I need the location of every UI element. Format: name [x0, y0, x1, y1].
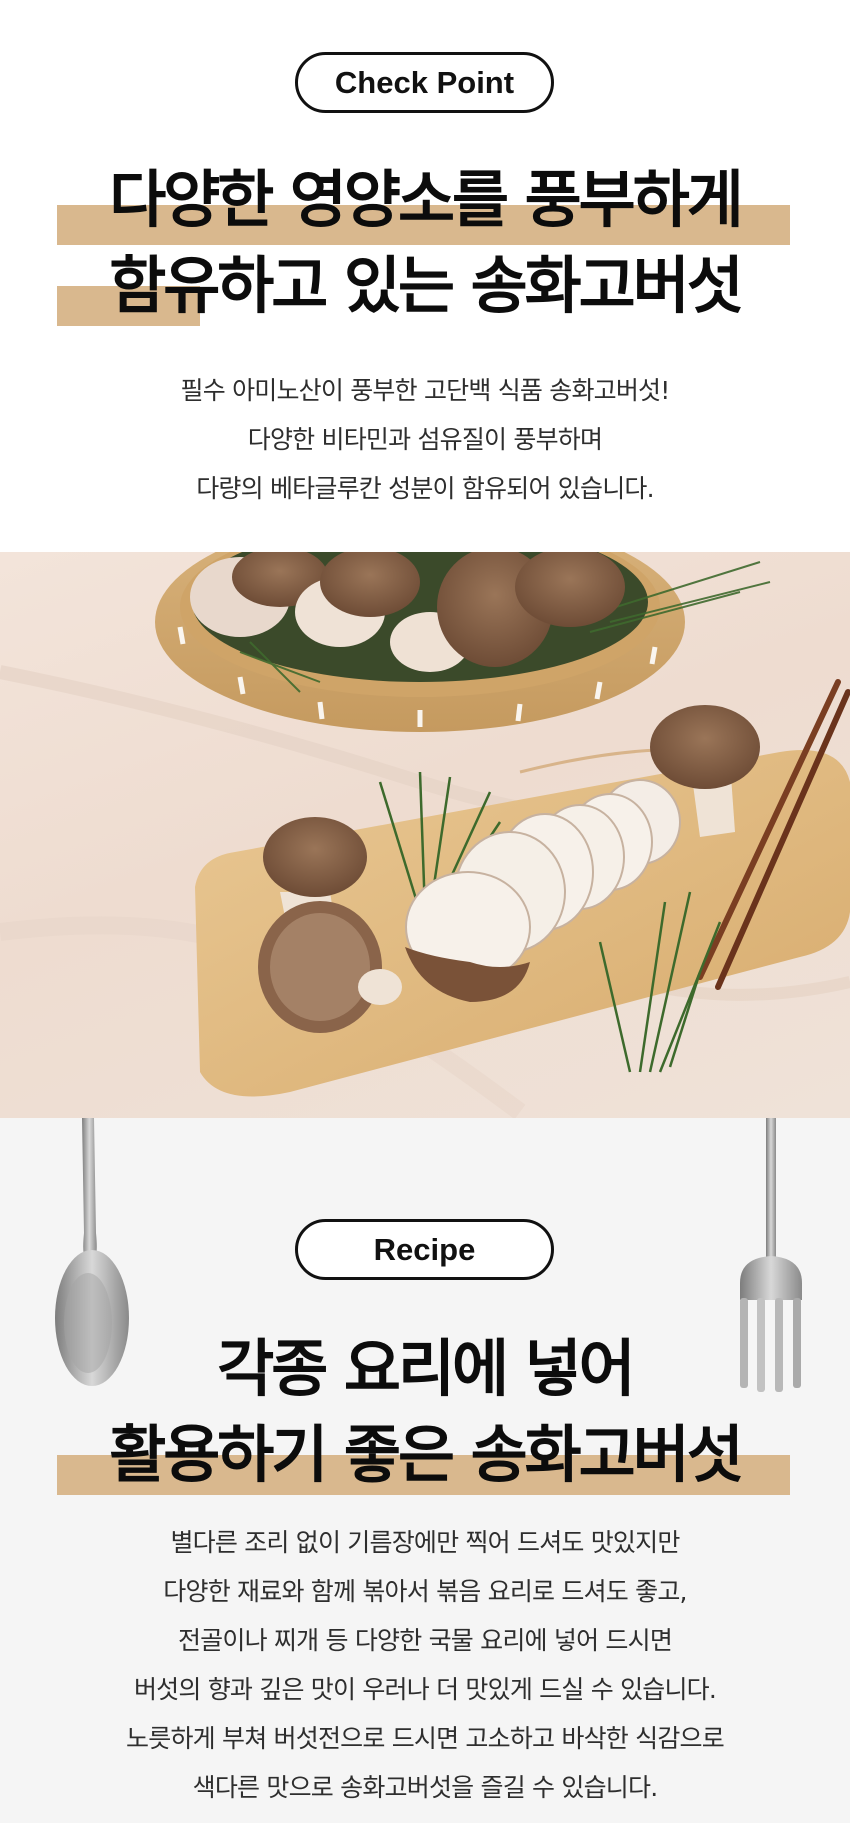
description-line: 별다른 조리 없이 기름장에만 찍어 드셔도 맛있지만 [170, 1528, 680, 1557]
mushroom-photo [0, 552, 850, 1118]
recipe-description: 별다른 조리 없이 기름장에만 찍어 드셔도 맛있지만 다양한 재료와 함께 볶… [0, 1518, 850, 1812]
check-headline-line-2: 함유하고 있는 송화고버섯 [109, 249, 744, 322]
description-line: 노릇하게 부쳐 버섯전으로 드시면 고소하고 바삭한 식감으로 [126, 1724, 725, 1753]
description-line: 필수 아미노산이 풍부한 고단백 식품 송화고버섯! [180, 376, 671, 405]
recipe-headline-line-2: 활용하기 좋은 송화고버섯 [109, 1418, 744, 1491]
check-headline-line-1: 다양한 영양소를 풍부하게 [109, 163, 744, 236]
recipe-headline: 각종 요리에 넣어 활용하기 좋은 송화고버섯 [0, 1326, 850, 1498]
check-point-section: Check Point 다양한 영양소를 풍부하게 함유하고 있는 송화고버섯 … [0, 0, 850, 552]
check-headline: 다양한 영양소를 풍부하게 함유하고 있는 송화고버섯 [0, 157, 850, 329]
recipe-badge: Recipe [295, 1219, 554, 1280]
mushroom-cutting-board-photo [0, 552, 850, 1118]
check-description: 필수 아미노산이 풍부한 고단백 식품 송화고버섯! 다양한 비타민과 섬유질이… [0, 366, 850, 513]
recipe-section: Recipe 각종 요리에 넣어 활용하기 좋은 송화고버섯 별다른 조리 없이… [0, 1118, 850, 1823]
description-line: 색다른 맛으로 송화고버섯을 즐길 수 있습니다. [192, 1773, 658, 1802]
description-line: 다량의 베타글루칸 성분이 함유되어 있습니다. [196, 474, 654, 503]
description-line: 버섯의 향과 깊은 맛이 우러나 더 맛있게 드실 수 있습니다. [133, 1675, 717, 1704]
description-line: 전골이나 찌개 등 다양한 국물 요리에 넣어 드시면 [177, 1626, 673, 1655]
check-point-badge: Check Point [295, 52, 554, 113]
recipe-headline-line-1: 각종 요리에 넣어 [217, 1332, 635, 1405]
description-line: 다양한 재료와 함께 볶아서 볶음 요리로 드셔도 좋고, [163, 1577, 687, 1606]
description-line: 다양한 비타민과 섬유질이 풍부하며 [247, 425, 603, 454]
